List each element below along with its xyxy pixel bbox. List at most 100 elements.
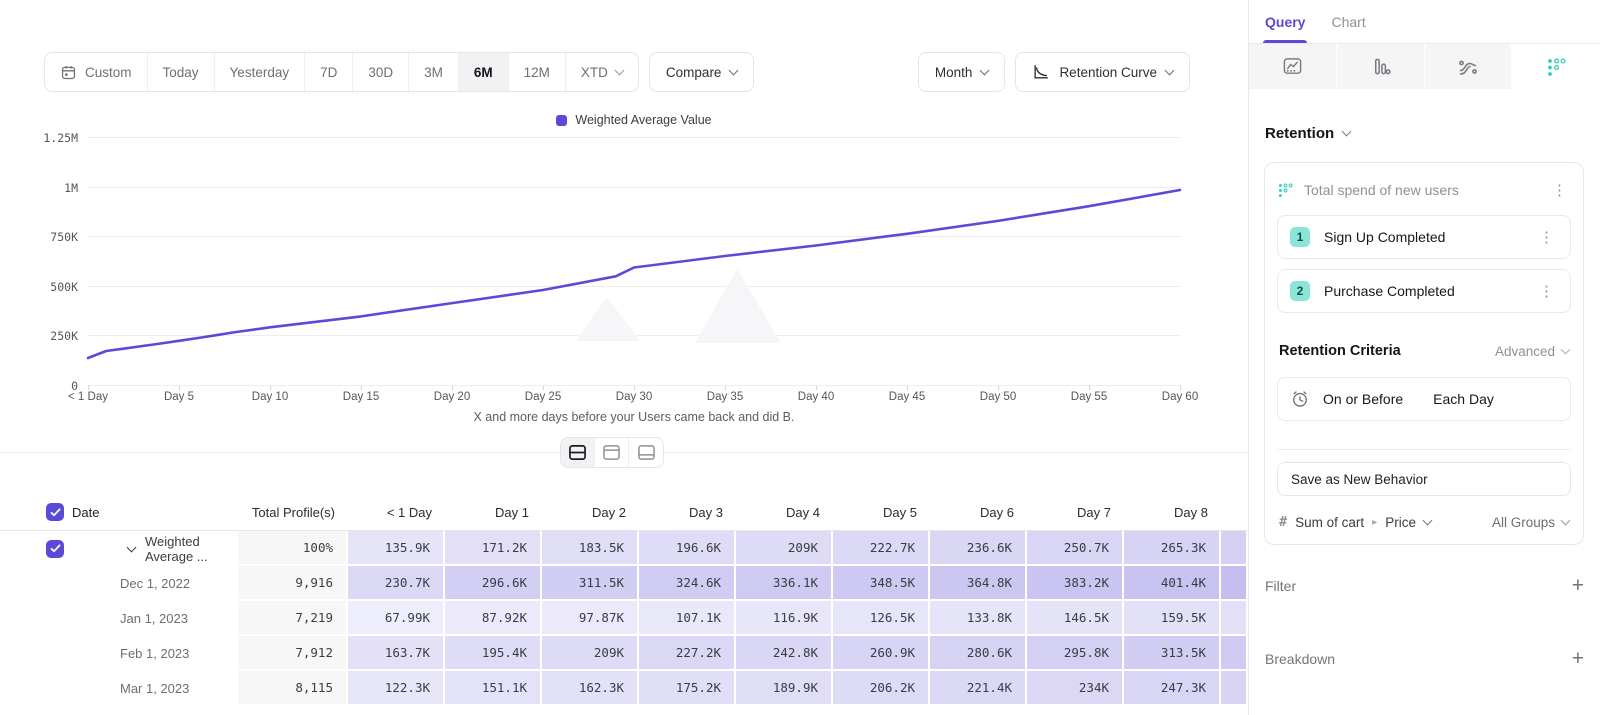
retention-value-cell: 116.9K (736, 601, 833, 636)
tab-chart[interactable]: Chart (1331, 0, 1365, 43)
x-axis-label: Day 15 (321, 391, 401, 403)
criteria-title: Retention Criteria (1279, 343, 1401, 359)
measure-property-dropdown[interactable]: # Sum of cart ▸ Price (1279, 514, 1431, 530)
range-button-yesterday[interactable]: Yesterday (215, 53, 306, 91)
split-view-toggle[interactable] (561, 438, 595, 467)
select-all-checkbox[interactable] (46, 503, 64, 521)
retention-value-cell: 280.6K (930, 636, 1027, 671)
watermark-triangle (695, 269, 781, 343)
retention-value-cell: 195.4K (445, 636, 542, 671)
table-row[interactable]: Jan 1, 20237,21967.99K87.92K97.87K107.1K… (0, 601, 1248, 636)
condition-select[interactable]: On or Before (1323, 391, 1403, 407)
range-label: Today (163, 65, 199, 80)
range-button-today[interactable]: Today (148, 53, 215, 91)
x-axis-tick (998, 385, 999, 390)
chart-type-button[interactable]: Retention Curve (1015, 52, 1190, 92)
table-row[interactable]: Weighted Average ...100%135.9K171.2K183.… (0, 531, 1248, 566)
row-label-cell: Jan 1, 2023 (0, 601, 238, 636)
step-sign-up-completed[interactable]: 1 Sign Up Completed ⋮ (1277, 215, 1571, 259)
unit-select[interactable]: Each Day (1433, 391, 1494, 407)
chevron-down-icon (729, 65, 739, 75)
range-button-30d[interactable]: 30D (353, 53, 409, 91)
add-filter-button[interactable]: + (1572, 575, 1584, 596)
kebab-menu-icon[interactable]: ⋮ (1535, 228, 1558, 247)
range-button-7d[interactable]: 7D (305, 53, 353, 91)
y-axis-label: 1.25M (0, 131, 78, 145)
report-type-switcher (1249, 44, 1600, 89)
kebab-menu-icon[interactable]: ⋮ (1548, 181, 1571, 200)
range-button-3m[interactable]: 3M (409, 53, 459, 91)
arrow-right-icon: ▸ (1372, 517, 1377, 528)
chart-type-label: Retention Curve (1059, 65, 1157, 80)
retention-value-cell: 189.9K (736, 671, 833, 706)
row-label-cell: Mar 1, 2023 (0, 671, 238, 706)
retention-table-body: Weighted Average ...100%135.9K171.2K183.… (0, 531, 1248, 706)
granularity-button[interactable]: Month (918, 52, 1006, 92)
behavior-header: Total spend of new users ⋮ (1277, 175, 1571, 205)
retention-value-cell: 67.99K (348, 601, 445, 636)
measure-row: # Sum of cart ▸ Price All Groups (1277, 514, 1571, 530)
granularity-label: Month (935, 65, 973, 80)
gridline (88, 286, 1180, 287)
chevron-down-icon (614, 65, 624, 75)
range-label: 6M (474, 65, 493, 80)
compare-button[interactable]: Compare (649, 52, 755, 92)
row-label: Feb 1, 2023 (120, 646, 189, 661)
column-header: Day 5 (833, 494, 930, 530)
chevron-down-icon (1165, 65, 1175, 75)
funnels-icon[interactable] (1337, 44, 1425, 89)
add-breakdown-button[interactable]: + (1572, 648, 1584, 669)
range-button-custom[interactable]: Custom (45, 53, 148, 91)
range-button-6m[interactable]: 6M (459, 53, 509, 91)
weighted-average-line (88, 190, 1180, 358)
range-label: 30D (368, 65, 393, 80)
total-profiles-cell: 7,912 (238, 636, 348, 671)
total-profiles-cell: 9,916 (238, 566, 348, 601)
retention-value-cell: 383.2K (1027, 566, 1124, 601)
tab-query[interactable]: Query (1265, 0, 1305, 43)
row-label: Mar 1, 2023 (120, 681, 189, 696)
retention-value-cell: 265.3K (1124, 531, 1221, 566)
step-number-badge: 1 (1290, 227, 1310, 247)
x-axis-tick (1089, 385, 1090, 390)
column-header-date: Date (0, 494, 238, 530)
range-button-xtd[interactable]: XTD (566, 53, 638, 91)
save-as-new-behavior-button[interactable]: Save as New Behavior (1277, 462, 1571, 496)
advanced-dropdown[interactable]: Advanced (1495, 344, 1569, 359)
table-view-toggle[interactable] (629, 438, 663, 467)
x-axis-label: Day 60 (1140, 391, 1220, 403)
step-number-badge: 2 (1290, 281, 1310, 301)
x-axis-label: Day 40 (776, 391, 856, 403)
retention-section-dropdown[interactable]: Retention (1265, 125, 1584, 142)
overflow-cell (1221, 636, 1248, 671)
chevron-down-icon (1342, 127, 1352, 137)
insights-icon[interactable] (1249, 44, 1337, 89)
retention-value-cell: 234K (1027, 671, 1124, 706)
column-header: Day 2 (542, 494, 639, 530)
table-row[interactable]: Mar 1, 20238,115122.3K151.1K162.3K175.2K… (0, 671, 1248, 706)
legend-item[interactable]: Weighted Average Value (88, 113, 1180, 127)
filter-label: Filter (1265, 578, 1296, 594)
layout-toggle-group (560, 437, 664, 468)
kebab-menu-icon[interactable]: ⋮ (1535, 282, 1558, 301)
table-row[interactable]: Dec 1, 20229,916230.7K296.6K311.5K324.6K… (0, 566, 1248, 601)
gridline (88, 137, 1180, 138)
step-purchase-completed[interactable]: 2 Purchase Completed ⋮ (1277, 269, 1571, 313)
table-row[interactable]: Feb 1, 20237,912163.7K195.4K209K227.2K24… (0, 636, 1248, 671)
range-button-12m[interactable]: 12M (509, 53, 566, 91)
retention-curve-icon (1032, 63, 1050, 81)
row-checkbox[interactable] (46, 540, 64, 558)
chart-view-toggle[interactable] (595, 438, 629, 467)
all-groups-dropdown[interactable]: All Groups (1492, 515, 1569, 530)
criteria-condition-card: On or Before Each Day (1277, 377, 1571, 421)
row-label-cell: Weighted Average ... (0, 531, 238, 566)
x-axis-label: Day 20 (412, 391, 492, 403)
retention-value-cell: 221.4K (930, 671, 1027, 706)
expand-chevron-icon[interactable] (127, 542, 137, 552)
retention-value-cell: 296.6K (445, 566, 542, 601)
table-header-row: DateTotal Profile(s)< 1 DayDay 1Day 2Day… (0, 494, 1248, 531)
query-panel: Query Chart Retention Total spend of new… (1248, 0, 1600, 715)
flows-icon[interactable] (1425, 44, 1513, 89)
column-header: Day 6 (930, 494, 1027, 530)
retention-icon[interactable] (1512, 44, 1600, 89)
